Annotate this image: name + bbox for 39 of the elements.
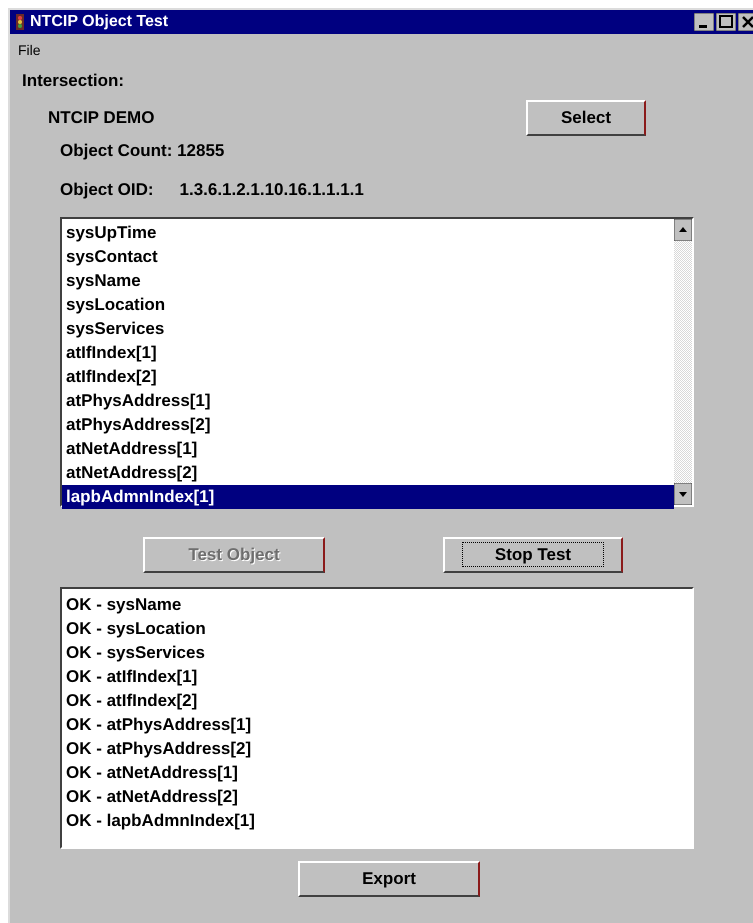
scrollbar[interactable] <box>674 218 692 504</box>
oid-value: 1.3.6.1.2.1.10.16.1.1.1.1 <box>180 179 364 201</box>
list-item[interactable]: sysUpTime <box>62 220 674 244</box>
list-item[interactable]: atPhysAddress[1] <box>62 388 674 412</box>
result-line: OK - atIfIndex[2] <box>66 690 198 712</box>
list-item[interactable]: sysName <box>62 268 674 292</box>
result-line: OK - atNetAddress[2] <box>66 786 238 808</box>
list-item[interactable]: atNetAddress[1] <box>62 436 674 460</box>
window-title: NTCIP Object Test <box>30 12 168 32</box>
result-line: OK - sysName <box>66 594 182 616</box>
list-item[interactable]: atNetAddress[2] <box>62 460 674 484</box>
list-item[interactable]: sysServices <box>62 316 674 340</box>
list-item[interactable]: atIfIndex[1] <box>62 340 674 364</box>
export-button[interactable]: Export <box>298 860 480 896</box>
result-line: OK - atNetAddress[1] <box>66 762 238 784</box>
maximize-icon[interactable] <box>716 13 736 31</box>
list-item[interactable]: atPhysAddress[2] <box>62 412 674 436</box>
scroll-up-icon[interactable] <box>674 218 692 240</box>
list-item[interactable]: atIfIndex[2] <box>62 364 674 388</box>
list-item[interactable]: sysLocation <box>62 292 674 316</box>
intersection-label: Intersection: <box>22 70 124 92</box>
intersection-name: NTCIP DEMO <box>48 106 154 129</box>
menu-item[interactable]: File <box>18 40 41 62</box>
list-item[interactable]: lapbAdmnIndex[1] <box>62 484 674 508</box>
result-line: OK - sysLocation <box>66 618 206 640</box>
result-line: OK - atPhysAddress[2] <box>66 738 252 760</box>
result-line: OK - sysServices <box>66 642 205 664</box>
app-icon <box>14 13 26 31</box>
minimize-icon[interactable] <box>694 13 714 31</box>
result-line: OK - atPhysAddress[1] <box>66 714 252 736</box>
close-icon[interactable] <box>738 13 753 31</box>
result-line: OK - atIfIndex[1] <box>66 666 198 688</box>
stop-test-button[interactable]: Stop Test <box>443 536 623 572</box>
oid-label: Object OID: <box>60 179 154 201</box>
object-count: Object Count: 12855 <box>60 140 224 162</box>
list-item[interactable]: sysContact <box>62 244 674 268</box>
result-line: OK - lapbAdmnIndex[1] <box>66 810 255 832</box>
scroll-down-icon[interactable] <box>674 482 692 504</box>
select-button[interactable]: Select <box>526 100 646 136</box>
